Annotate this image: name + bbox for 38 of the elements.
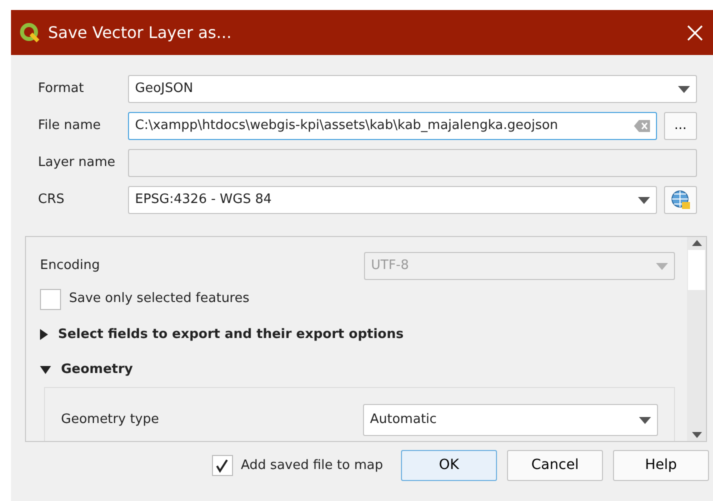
file-name-field[interactable]: C:\xampp\htdocs\webgis-kpi\assets\kab\kab_majalengka.geojson [128, 112, 657, 140]
browse-button[interactable]: ... [664, 112, 697, 140]
dropdown-arrow-icon [638, 196, 650, 204]
collapse-arrow-icon[interactable] [40, 366, 51, 374]
layer-name-field[interactable] [128, 149, 697, 177]
app-logo-icon [19, 22, 41, 44]
scroll-down-icon[interactable] [692, 432, 702, 438]
field-label: Format [38, 80, 85, 98]
checkbox-label: Save only selected features [69, 290, 250, 308]
dialog-button[interactable]: OK [401, 450, 497, 481]
dropdown[interactable]: GeoJSON [128, 75, 697, 103]
dropdown: UTF-8 [364, 252, 675, 280]
check-icon [215, 458, 230, 472]
scrollbar-thumb[interactable] [688, 250, 705, 290]
dialog-button[interactable]: Cancel [507, 450, 603, 481]
expand-arrow-icon[interactable] [40, 329, 48, 340]
dialog-button[interactable]: Help [613, 450, 709, 481]
section-heading[interactable]: Geometry [61, 360, 133, 380]
scroll-up-icon[interactable] [692, 240, 702, 246]
section-heading[interactable]: Select fields to export and their export options [58, 324, 404, 344]
checkbox[interactable] [40, 288, 61, 310]
checkbox-label: Add saved file to map [240, 456, 383, 475]
crs-select-button[interactable] [664, 186, 697, 214]
scrollbar[interactable] [687, 237, 706, 441]
checkbox[interactable] [212, 455, 233, 476]
dropdown[interactable]: Automatic [363, 404, 658, 436]
field-label: Encoding [40, 257, 100, 276]
field-label: File name [38, 117, 102, 136]
field-label: Layer name [38, 154, 116, 172]
dropdown-arrow-icon [639, 416, 651, 424]
dropdown-arrow-icon [678, 86, 690, 92]
window-title: Save Vector Layer as... [48, 22, 233, 44]
field-label: Geometry type [61, 411, 159, 430]
dropdown-arrow-icon [656, 262, 668, 270]
dropdown[interactable]: EPSG:4326 - WGS 84 [128, 186, 657, 214]
close-icon[interactable] [687, 24, 703, 40]
field-label: CRS [38, 191, 66, 210]
globe-icon [670, 189, 692, 211]
